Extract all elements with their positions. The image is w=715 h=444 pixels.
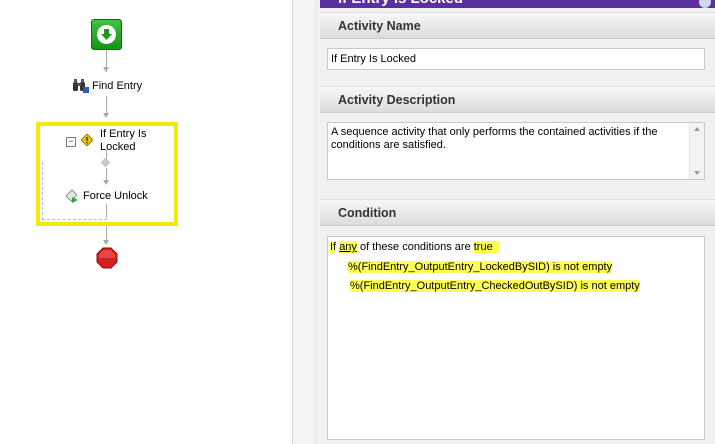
collapse-toggle[interactable]: − [66,137,76,147]
find-entry-activity[interactable]: Find Entry [72,78,142,93]
binoculars-icon [73,79,89,93]
start-node[interactable] [91,19,122,50]
connector-arrow [103,113,109,118]
unlock-icon [65,189,78,203]
condition-value-link[interactable]: true [473,241,499,253]
scroll-down-icon[interactable] [694,171,700,175]
activity-description-input[interactable]: A sequence activity that only performs t… [327,122,705,180]
activity-name-header: Activity Name [320,12,715,39]
condition-editor[interactable]: If any of these conditions are true %(Fi… [327,236,705,440]
condition-row[interactable]: %(FindEntry_OutputEntry_CheckedOutBySID)… [350,279,640,293]
condition-activity-label[interactable]: If Entry Is Locked [100,128,160,154]
condition-row[interactable]: %(FindEntry_OutputEntry_LockedBySID) is … [348,260,613,274]
connector-arrow [103,67,109,72]
workflow-canvas[interactable]: Find Entry − If Entry Is Locked Force Un… [0,0,292,444]
properties-panel: If Entry Is Locked Activity Name If Entr… [316,0,715,444]
condition-middle-text: of these conditions are [360,241,471,253]
condition-quantifier-link[interactable]: any [339,241,357,253]
force-unlock-label: Force Unlock [83,190,148,202]
activity-description-text: A sequence activity that only performs t… [331,126,658,151]
condition-row-text: %(FindEntry_OutputEntry_LockedBySID) is … [348,261,613,273]
arrow-down-icon [97,25,116,44]
condition-icon [81,134,93,146]
condition-summary: If any of these conditions are true [330,240,499,254]
activity-name-input[interactable]: If Entry Is Locked [327,48,705,70]
scroll-up-icon[interactable] [694,127,700,131]
panel-title: If Entry Is Locked [320,0,715,8]
description-scrollbar[interactable] [689,123,704,179]
panel-splitter[interactable] [292,0,316,444]
connector-arrow [103,240,109,245]
activity-description-header: Activity Description [320,86,715,113]
condition-prefix: If [330,241,337,253]
stop-node[interactable] [96,247,118,269]
condition-row-text: %(FindEntry_OutputEntry_CheckedOutBySID)… [350,280,640,292]
find-entry-label: Find Entry [92,79,143,92]
condition-header: Condition [320,199,715,226]
force-unlock-activity[interactable]: Force Unlock [64,188,148,204]
